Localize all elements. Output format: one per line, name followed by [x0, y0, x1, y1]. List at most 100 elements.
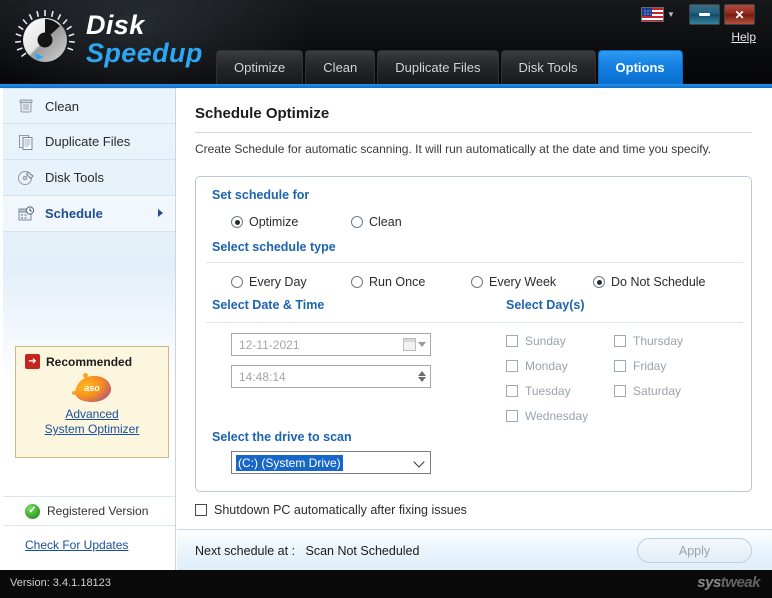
registered-version-row: ✓ Registered Version	[3, 496, 175, 526]
help-link[interactable]: Help	[731, 30, 756, 44]
promo-link-line-1: Advanced	[65, 407, 119, 421]
day-checkbox-saturday[interactable]: Saturday	[614, 384, 681, 398]
tab-label: Clean	[323, 60, 358, 75]
tab-optimize[interactable]: Optimize	[216, 50, 304, 84]
day-checkbox-sunday[interactable]: Sunday	[506, 334, 566, 348]
radio-icon	[231, 276, 243, 288]
sidebar-item-duplicate-files[interactable]: Duplicate Files	[3, 124, 175, 160]
us-flag-icon	[641, 7, 664, 22]
apply-button[interactable]: Apply	[637, 538, 752, 563]
time-spinner[interactable]	[418, 366, 430, 387]
advanced-system-optimizer-link[interactable]: Advanced System Optimizer	[16, 407, 168, 437]
sidebar-item-label: Clean	[45, 98, 79, 114]
window-header: Disk Speedup ▼ ✕ Help Optimize Clean Dup…	[0, 0, 772, 84]
day-label: Tuesday	[525, 384, 571, 398]
chevron-down-icon	[413, 456, 425, 468]
select-schedule-type-label: Select schedule type	[212, 240, 336, 254]
day-checkbox-tuesday[interactable]: Tuesday	[506, 384, 571, 398]
tab-label: Options	[615, 60, 665, 75]
checkbox-icon	[506, 360, 518, 372]
tab-label: Duplicate Files	[395, 60, 481, 75]
checkbox-icon	[614, 385, 626, 397]
sidebar-item-clean[interactable]: Clean	[3, 88, 175, 124]
tab-disk-tools[interactable]: Disk Tools	[500, 50, 596, 84]
sidebar-item-label: Schedule	[45, 206, 103, 221]
disk-speedup-window: Disk Speedup ▼ ✕ Help Optimize Clean Dup…	[0, 0, 772, 598]
calendar-icon	[403, 338, 416, 351]
radio-type-every-day[interactable]: Every Day	[231, 275, 307, 289]
sidebar-item-label: Disk Tools	[45, 170, 105, 185]
version-label: Version: 3.4.1.18123	[10, 577, 111, 589]
day-label: Thursday	[633, 334, 684, 348]
schedule-date-value: 12-11-2021	[239, 337, 300, 352]
tab-duplicate-files[interactable]: Duplicate Files	[377, 50, 499, 84]
main-tab-bar: Optimize Clean Duplicate Files Disk Tool…	[216, 50, 685, 84]
schedule-panel: Set schedule for Optimize Clean Select s…	[195, 176, 752, 492]
radio-type-every-week[interactable]: Every Week	[471, 275, 556, 289]
promo-header: ➜ Recommended	[16, 347, 168, 369]
day-checkbox-thursday[interactable]: Thursday	[614, 334, 683, 348]
schedule-time-input[interactable]: 14:48:14	[231, 365, 431, 388]
radio-label: Every Week	[489, 275, 557, 289]
radio-label: Do Not Schedule	[611, 275, 706, 289]
tab-label: Disk Tools	[518, 60, 578, 75]
green-check-icon: ✓	[25, 503, 40, 519]
close-icon: ✕	[734, 7, 745, 22]
watermark-sys: sys	[697, 574, 721, 591]
radio-type-do-not-schedule[interactable]: Do Not Schedule	[593, 275, 706, 289]
brand-title: Disk Speedup	[86, 12, 203, 67]
radio-schedule-for-clean[interactable]: Clean	[351, 215, 402, 229]
radio-label: Run Once	[369, 275, 426, 289]
shutdown-label: Shutdown PC automatically after fixing i…	[214, 503, 467, 517]
aso-logo-text: aso	[84, 383, 100, 393]
day-label: Sunday	[525, 334, 566, 348]
radio-icon	[351, 276, 363, 288]
minimize-button[interactable]	[689, 4, 720, 25]
chevron-down-icon	[418, 342, 426, 347]
schedule-date-input[interactable]: 12-11-2021	[231, 333, 431, 356]
radio-label: Every Day	[249, 275, 307, 289]
day-checkbox-friday[interactable]: Friday	[614, 359, 666, 373]
checkbox-icon	[614, 335, 626, 347]
tab-label: Optimize	[234, 60, 286, 75]
drive-select-dropdown[interactable]: (C:) (System Drive)	[231, 451, 431, 474]
day-checkbox-wednesday[interactable]: Wednesday	[506, 409, 588, 423]
checkbox-icon	[614, 360, 626, 372]
language-selector[interactable]: ▼	[641, 5, 675, 24]
sidebar-item-schedule[interactable]: Schedule	[3, 196, 175, 232]
radio-icon	[351, 216, 363, 228]
tab-options[interactable]: Options	[597, 50, 683, 84]
promo-badge-label: Recommended	[46, 354, 133, 369]
sidebar-item-disk-tools[interactable]: Disk Tools	[3, 160, 175, 196]
title-divider	[195, 132, 752, 133]
select-drive-label: Select the drive to scan	[212, 430, 352, 444]
radio-icon	[231, 216, 243, 228]
page-subtitle: Create Schedule for automatic scanning. …	[195, 142, 712, 156]
radio-schedule-for-optimize[interactable]: Optimize	[231, 215, 298, 229]
brand-line-1: Disk	[86, 10, 145, 40]
chevron-right-icon	[158, 209, 163, 217]
body-area: Clean Duplicate Files Disk Tools Schedul…	[0, 88, 772, 570]
next-schedule-label: Next schedule at :	[195, 544, 296, 558]
shutdown-checkbox-row[interactable]: Shutdown PC automatically after fixing i…	[195, 503, 467, 517]
next-schedule-value: Scan Not Scheduled	[305, 544, 420, 558]
next-schedule-status: Next schedule at : Scan Not Scheduled	[195, 544, 419, 558]
day-label: Saturday	[633, 384, 682, 398]
check-for-updates-link[interactable]: Check For Updates	[25, 538, 128, 552]
day-checkbox-monday[interactable]: Monday	[506, 359, 568, 373]
recommended-promo-panel[interactable]: ➜ Recommended aso Advanced System Optimi…	[15, 346, 169, 458]
status-bar: Version: 3.4.1.18123 systweak	[0, 570, 772, 598]
tab-clean[interactable]: Clean	[305, 50, 376, 84]
main-content: Schedule Optimize Create Schedule for au…	[177, 88, 772, 570]
radio-type-run-once[interactable]: Run Once	[351, 275, 425, 289]
trash-bin-icon	[17, 97, 35, 115]
select-date-time-label: Select Date & Time	[212, 298, 325, 312]
radio-label: Clean	[369, 215, 402, 229]
radio-icon	[593, 276, 605, 288]
date-picker-controls[interactable]	[403, 334, 430, 355]
checkbox-icon	[506, 335, 518, 347]
registered-version-label: Registered Version	[47, 504, 149, 518]
close-button[interactable]: ✕	[724, 4, 755, 25]
schedule-time-value: 14:48:14	[239, 369, 286, 384]
spinner-arrows-icon	[418, 371, 426, 382]
